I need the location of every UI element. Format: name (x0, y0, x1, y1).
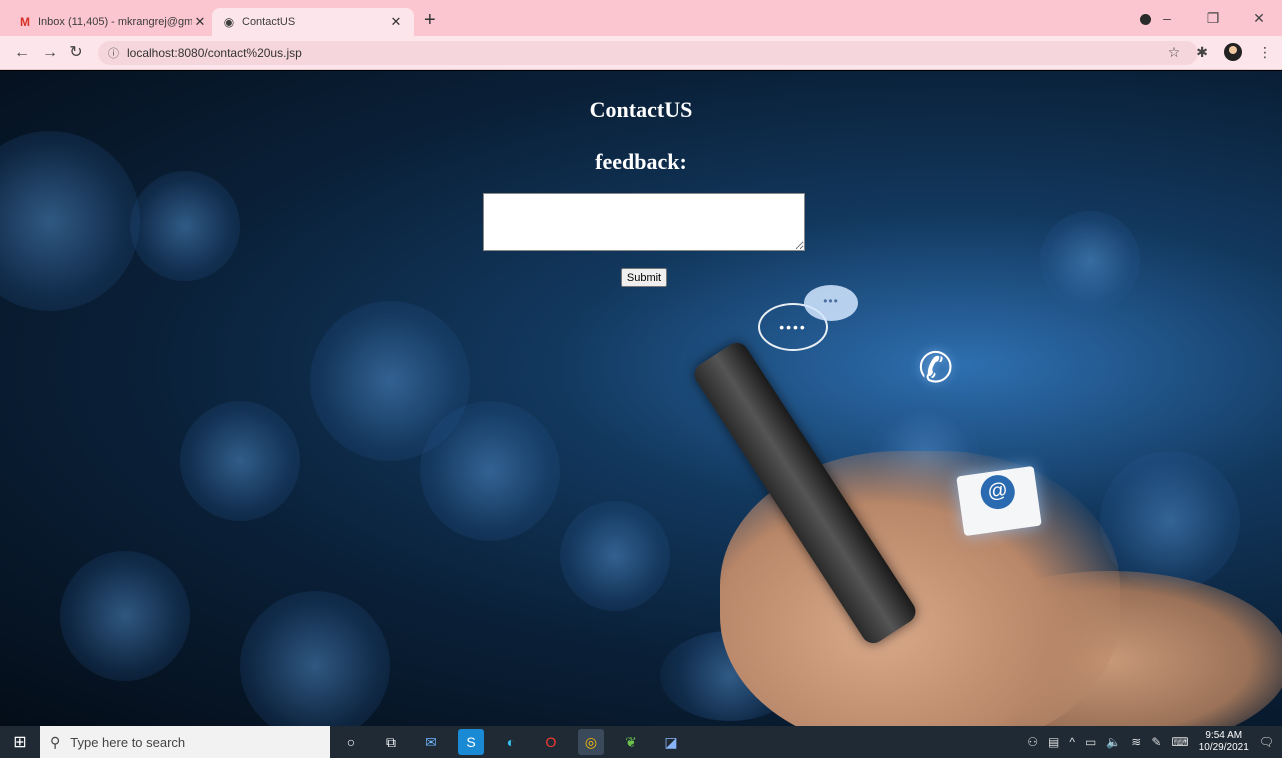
close-tab-icon[interactable]: ✕ (388, 14, 404, 30)
clock-date: 10/29/2021 (1198, 742, 1249, 753)
spring-tool-icon[interactable]: ❦ (618, 729, 644, 755)
restore-icon[interactable]: ❐ (1190, 10, 1236, 27)
chat-bubble-icon: ••• (804, 285, 858, 321)
profile-avatar-icon[interactable] (1224, 43, 1242, 61)
bokeh-light (420, 401, 560, 541)
notifications-icon[interactable]: 🗨 (1259, 735, 1274, 749)
toolbar-actions: ☆ ✱ ⋮ (1168, 43, 1272, 61)
email-envelope-icon: @ (956, 465, 1042, 537)
reload-icon[interactable]: ↻ (66, 43, 86, 63)
clock-time: 9:54 AM (1205, 730, 1243, 741)
news-icon[interactable]: ▤ (1048, 735, 1059, 749)
forward-icon[interactable]: → (40, 43, 60, 63)
close-tab-icon[interactable]: ✕ (192, 14, 208, 30)
edge-icon[interactable]: ◐ (498, 729, 524, 755)
volume-icon[interactable]: 🔈 (1106, 735, 1121, 749)
chrome-icon[interactable]: ◎ (578, 729, 604, 755)
at-sign-icon: @ (978, 472, 1017, 512)
search-placeholder: Type here to search (70, 734, 186, 750)
page-viewport: •••• ••• ✆ @ ContactUS feedback: Submit (0, 71, 1282, 726)
skype-icon[interactable]: S (458, 729, 484, 755)
menu-kebab-icon[interactable]: ⋮ (1258, 44, 1272, 61)
extensions-icon[interactable]: ✱ (1196, 44, 1208, 61)
info-icon[interactable]: ⓘ (108, 45, 119, 61)
page-title: ContactUS (589, 97, 693, 122)
battery-icon[interactable]: ▭ (1085, 735, 1096, 749)
task-view-icon[interactable]: ⧉ (378, 729, 404, 755)
system-tray: ⚇ ▤ ^ ▭ 🔈 ≋ ✎ ⌨ 9:54 AM 10/29/2021 🗨 (1027, 726, 1274, 758)
window-controls: – ❐ ✕ (1144, 0, 1282, 36)
search-icon: ⚲ (50, 733, 61, 750)
close-window-icon[interactable]: ✕ (1236, 10, 1282, 27)
minimize-icon[interactable]: – (1144, 10, 1190, 26)
people-icon[interactable]: ⚇ (1027, 735, 1038, 749)
clock[interactable]: 9:54 AM 10/29/2021 (1199, 730, 1249, 754)
wifi-icon[interactable]: ≋ (1131, 735, 1141, 749)
tab-strip: M Inbox (11,405) - mkrangrej@gm... ✕ ◉ C… (0, 0, 1282, 36)
submit-button[interactable]: Submit (621, 268, 667, 287)
browser-toolbar: ← → ↻ ⓘ localhost:8080/contact%20us.jsp … (0, 36, 1282, 70)
url-text: localhost:8080/contact%20us.jsp (127, 46, 302, 60)
bokeh-light (180, 401, 300, 521)
tab-title: ContactUS (242, 16, 296, 28)
bokeh-light (1100, 451, 1240, 591)
bokeh-light (240, 591, 390, 726)
tab-inbox[interactable]: M Inbox (11,405) - mkrangrej@gm... ✕ (8, 8, 218, 36)
keyboard-icon[interactable]: ⌨ (1171, 735, 1188, 749)
pen-icon[interactable]: ✎ (1151, 735, 1161, 749)
show-hidden-icons-icon[interactable]: ^ (1069, 735, 1075, 749)
cortana-icon[interactable]: ○ (338, 729, 364, 755)
address-bar[interactable]: ⓘ localhost:8080/contact%20us.jsp (98, 41, 1198, 65)
bokeh-light (1040, 211, 1140, 311)
tab-title: Inbox (11,405) - mkrangrej@gm... (38, 16, 192, 28)
globe-icon: ◉ (223, 15, 235, 29)
new-tab-button[interactable]: + (424, 10, 436, 30)
taskbar-search[interactable]: ⚲ Type here to search (40, 726, 330, 758)
pinned-apps: ○ ⧉ ✉ S ◐ O ◎ ❦ ◪ (338, 729, 684, 755)
back-icon[interactable]: ← (12, 43, 32, 63)
opera-icon[interactable]: O (538, 729, 564, 755)
gmail-icon: M (20, 15, 30, 29)
feedback-textarea[interactable] (483, 193, 805, 251)
tab-contactus[interactable]: ◉ ContactUS ✕ (212, 8, 414, 36)
bookmark-star-icon[interactable]: ☆ (1168, 44, 1181, 61)
feedback-label: feedback: (595, 149, 687, 174)
windows-start-icon[interactable]: ⊞ (0, 726, 40, 758)
bokeh-light (560, 501, 670, 611)
mail-app-icon[interactable]: ✉ (418, 729, 444, 755)
phone-call-icon: ✆ (918, 344, 954, 391)
bokeh-light (60, 551, 190, 681)
bokeh-light (130, 171, 240, 281)
netbeans-icon[interactable]: ◪ (658, 729, 684, 755)
taskbar: ⊞ ⚲ Type here to search ○ ⧉ ✉ S ◐ O ◎ ❦ … (0, 726, 1282, 758)
